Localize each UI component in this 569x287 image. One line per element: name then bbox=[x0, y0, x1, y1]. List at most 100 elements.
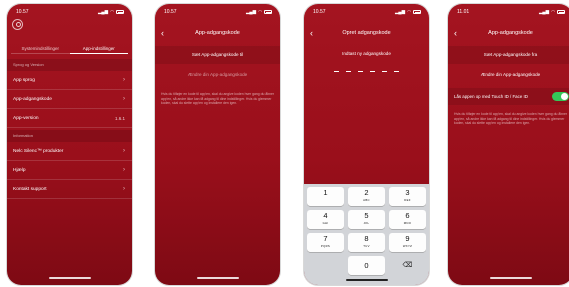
version-value: 1.6.1 bbox=[114, 116, 125, 121]
passcode-slot bbox=[394, 71, 399, 72]
status-time: 11.01 bbox=[457, 9, 470, 15]
passcode-slot bbox=[382, 71, 387, 72]
numeric-keypad: 1 2 ABC 3 DEF 4 GHI 5 JKL 6 MNO 7 PQRS 8 TUV 9W… bbox=[304, 184, 429, 285]
chevron-left-icon[interactable]: ‹ bbox=[310, 27, 313, 39]
create-passcode-screen: 10.57 ▂▄▆ ◠ ‹ Opret adgangskode Indtast n… bbox=[304, 4, 429, 285]
change-passcode-button[interactable]: Ændre din App-adgangskode bbox=[155, 66, 280, 84]
key-digit: 1 bbox=[323, 188, 328, 197]
row-label: App sprog bbox=[13, 78, 35, 83]
chevron-right-icon: › bbox=[123, 167, 125, 173]
key-digit: 3 bbox=[405, 188, 410, 197]
key-1[interactable]: 1 bbox=[307, 187, 344, 206]
key-letters: JKL bbox=[363, 221, 370, 225]
key-8[interactable]: 8 TUV bbox=[348, 233, 385, 252]
row-label: App-adgangskode bbox=[13, 97, 52, 102]
key-letters: DEF bbox=[404, 198, 411, 202]
passcode-enabled-screen: 11.01 ▂▄▆ ◠ ‹ App-adgangskode Sæt App-adg… bbox=[448, 4, 569, 285]
passcode-description: Hvis du tilføjer en kode til app'en, ska… bbox=[161, 92, 274, 106]
key-digit: 4 bbox=[323, 211, 328, 220]
key-digit: 2 bbox=[364, 188, 369, 197]
set-passcode-button[interactable]: Sæt App-adgangskode til bbox=[155, 46, 280, 64]
key-5[interactable]: 5 JKL bbox=[348, 210, 385, 229]
row-products[interactable]: Nelc Silenc™ produkter › bbox=[7, 142, 132, 161]
signal-icon: ▂▄▆ bbox=[538, 9, 550, 14]
change-passcode-button[interactable]: Ændre din App-adgangskode bbox=[448, 66, 569, 84]
key-6[interactable]: 6 MNO bbox=[389, 210, 426, 229]
row-contact-support[interactable]: Kontakt support › bbox=[7, 180, 132, 199]
tab-app-settings[interactable]: App-indstillinger bbox=[69, 44, 128, 54]
key-letters: MNO bbox=[403, 221, 412, 225]
battery-icon bbox=[557, 10, 565, 14]
home-indicator[interactable] bbox=[345, 279, 388, 281]
chevron-left-icon[interactable]: ‹ bbox=[161, 27, 164, 39]
key-letters: TUV bbox=[363, 244, 370, 248]
key-digit: 8 bbox=[364, 234, 369, 243]
key-digit: 0 bbox=[364, 261, 369, 270]
passcode-screen: 10.57 ▂▄▆ ◠ ‹ App-adgangskode Sæt App-adg… bbox=[155, 4, 280, 285]
section-header-info: Information bbox=[7, 130, 132, 142]
key-9[interactable]: 9 WXYZ bbox=[389, 233, 426, 252]
key-letters: PQRS bbox=[320, 244, 331, 248]
key-digit: 9 bbox=[405, 234, 410, 243]
key-letters: ABC bbox=[363, 198, 370, 202]
row-app-language[interactable]: App sprog › bbox=[7, 71, 132, 90]
passcode-slot bbox=[346, 71, 351, 72]
battery-icon bbox=[264, 10, 272, 14]
signal-icon: ▂▄▆ bbox=[394, 9, 406, 14]
key-7[interactable]: 7 PQRS bbox=[307, 233, 344, 252]
chevron-right-icon: › bbox=[123, 77, 125, 83]
backspace-icon[interactable]: ⌫ bbox=[389, 256, 426, 275]
tab-system-settings[interactable]: Systemindstillinger bbox=[11, 44, 70, 54]
row-help[interactable]: Hjælp › bbox=[7, 161, 132, 180]
key-4[interactable]: 4 GHI bbox=[307, 210, 344, 229]
key-digit: 6 bbox=[405, 211, 410, 220]
key-letters: WXYZ bbox=[402, 244, 413, 248]
key-digit: 7 bbox=[323, 234, 328, 243]
page-title: App-adgangskode bbox=[488, 30, 533, 36]
passcode-slot bbox=[334, 71, 339, 72]
wifi-icon: ◠ bbox=[551, 9, 555, 14]
home-indicator[interactable] bbox=[48, 277, 91, 279]
section-header-language: Sprog og Version bbox=[7, 59, 132, 71]
page-title: Opret adgangskode bbox=[342, 30, 391, 36]
settings-screen: 10.57 ▂▄▆ ◠ Systemindstillinger App-indst… bbox=[7, 4, 132, 285]
key-empty bbox=[307, 256, 344, 275]
home-indicator[interactable] bbox=[196, 277, 239, 279]
status-time: 10.57 bbox=[313, 9, 326, 15]
biometric-unlock-row: Lås appen op med Touch ID / Face ID bbox=[448, 88, 569, 105]
passcode-slot bbox=[370, 71, 375, 72]
disable-passcode-button[interactable]: Sæt App-adgangskode fra bbox=[448, 46, 569, 64]
passcode-entry-field[interactable] bbox=[304, 68, 429, 72]
user-icon[interactable] bbox=[12, 19, 23, 30]
row-app-version: App-version 1.6.1 bbox=[7, 109, 132, 128]
status-time: 10.57 bbox=[16, 9, 29, 15]
key-0[interactable]: 0 bbox=[348, 256, 385, 275]
home-indicator[interactable] bbox=[489, 277, 532, 279]
page-title: App-adgangskode bbox=[195, 30, 240, 36]
battery-icon bbox=[413, 10, 421, 14]
status-bar: 10.57 ▂▄▆ ◠ bbox=[164, 8, 272, 16]
passcode-instruction: Indtast ny adgangskode bbox=[342, 51, 391, 56]
row-label: Hjælp bbox=[13, 168, 26, 173]
passcode-description: Hvis du tilføjer en kode til app'en, ska… bbox=[454, 112, 567, 126]
key-letters: GHI bbox=[322, 221, 329, 225]
signal-icon: ▂▄▆ bbox=[245, 9, 257, 14]
battery-icon bbox=[116, 10, 124, 14]
passcode-slot bbox=[358, 71, 363, 72]
status-icons: ▂▄▆ ◠ bbox=[246, 9, 272, 15]
settings-tabs: Systemindstillinger App-indstillinger bbox=[11, 44, 128, 54]
key-3[interactable]: 3 DEF bbox=[389, 187, 426, 206]
key-digit: 5 bbox=[364, 211, 369, 220]
key-2[interactable]: 2 ABC bbox=[348, 187, 385, 206]
status-bar: 10.57 ▂▄▆ ◠ bbox=[313, 8, 421, 16]
signal-icon: ▂▄▆ bbox=[97, 9, 109, 14]
wifi-icon: ◠ bbox=[407, 9, 411, 14]
row-label: App-version bbox=[13, 116, 39, 121]
biometric-toggle[interactable] bbox=[552, 92, 569, 101]
row-label: Kontakt support bbox=[13, 187, 47, 192]
status-bar: 10.57 ▂▄▆ ◠ bbox=[16, 8, 124, 16]
row-app-passcode[interactable]: App-adgangskode › bbox=[7, 90, 132, 109]
chevron-left-icon[interactable]: ‹ bbox=[454, 27, 457, 39]
chevron-right-icon: › bbox=[123, 96, 125, 102]
chevron-right-icon: › bbox=[123, 148, 125, 154]
